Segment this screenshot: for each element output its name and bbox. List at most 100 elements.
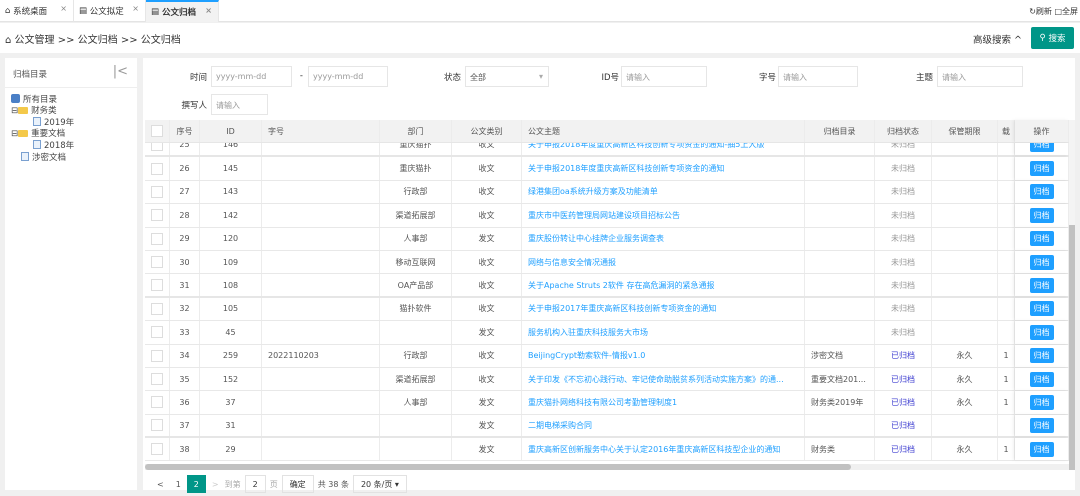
subject-link[interactable]: 重庆高新区创新服务中心关于认定2016年重庆高新区科技型企业的通知	[522, 438, 805, 461]
row-checkbox[interactable]	[151, 185, 163, 198]
close-icon[interactable]: ×	[205, 6, 212, 15]
table-row: 36 37 人事部 发文 重庆猫扑网络科技有限公司考勤管理制度1 财务类2019年 已归档永…	[145, 391, 1069, 415]
breadcrumb: ⌂ 公文管理 >> 公文归档 >> 公文归档	[5, 35, 181, 46]
archive-button[interactable]: 归档	[1029, 348, 1054, 364]
cell-id: 145	[200, 157, 262, 180]
page-2[interactable]: 2	[186, 475, 206, 493]
close-icon[interactable]: ×	[132, 4, 139, 13]
tree-node-finance-2019[interactable]: 2019年	[11, 117, 131, 129]
subject-link[interactable]: 关于申报2018年度重庆高新区科技创新专项资金的通知	[522, 157, 805, 180]
close-icon[interactable]: ×	[60, 4, 67, 13]
advanced-search-toggle[interactable]: 高级搜索 ^	[973, 32, 1022, 46]
cell-directory	[805, 204, 875, 227]
table-row: 27 143 行政部 收文 绿港集团oa系统升级方案及功能清单 未归档 归档	[145, 180, 1069, 205]
cell-carrier	[998, 204, 1015, 227]
id-input[interactable]: 请输入	[621, 66, 707, 87]
archive-directory-panel: 归档目录 |< 所有目录 ⊟ 财务类 2019年 ⊟ 重要文档 2018年 涉密文档	[5, 58, 137, 490]
time-to-input[interactable]: yyyy-mm-dd	[308, 66, 388, 87]
confirm-button[interactable]: 确定	[281, 475, 314, 493]
row-checkbox[interactable]	[151, 232, 163, 245]
subject-link[interactable]: BeijingCrypt勒索软件-情报v1.0	[522, 344, 805, 367]
goto-page-input[interactable]: 2	[244, 475, 266, 493]
status-label: 状态	[443, 73, 461, 83]
header-select[interactable]	[145, 120, 170, 142]
subject-link[interactable]: 网络与信息安全情况通报	[522, 250, 805, 274]
tree-node-finance[interactable]: ⊟ 财务类	[11, 106, 131, 117]
archive-button[interactable]: 归档	[1029, 161, 1054, 177]
row-checkbox[interactable]	[151, 162, 163, 175]
fullscreen-button[interactable]: □全屏	[1054, 7, 1078, 16]
tab-archive[interactable]: ▤ 公文归档 ×	[146, 0, 219, 22]
row-checkbox[interactable]	[151, 349, 163, 362]
archive-button[interactable]: 归档	[1029, 441, 1054, 457]
row-checkbox[interactable]	[151, 209, 163, 222]
author-input[interactable]: 请输入	[211, 94, 268, 115]
subject-link[interactable]: 关于申报2017年重庆高新区科技创新专项资金的通知	[522, 297, 805, 321]
page-1[interactable]: 1	[170, 480, 187, 489]
next-page-button[interactable]: >	[206, 480, 225, 489]
tree-node-root[interactable]: 所有目录	[11, 94, 131, 106]
archive-button[interactable]: 归档	[1029, 324, 1054, 340]
tab-draft[interactable]: ▤ 公文拟定 ×	[74, 0, 146, 22]
refresh-button[interactable]: ↻刷新	[1029, 7, 1052, 16]
tree-node-important[interactable]: ⊟ 重要文档	[11, 129, 131, 140]
cell-zihao	[262, 157, 380, 180]
subject-link[interactable]: 重庆股份转让中心挂牌企业服务调查表	[522, 227, 805, 250]
vertical-scrollbar[interactable]	[1069, 120, 1075, 470]
status-select[interactable]: 全部 ▾	[465, 66, 549, 87]
cell-seq: 34	[170, 344, 200, 367]
archive-button[interactable]: 归档	[1029, 371, 1054, 387]
tab-desktop[interactable]: ⌂ 系统桌面 ×	[0, 0, 74, 22]
row-checkbox[interactable]	[151, 143, 163, 151]
archive-button[interactable]: 归档	[1029, 277, 1054, 293]
prev-page-button[interactable]: <	[151, 480, 170, 489]
subject-link[interactable]: 重庆市中医药管理局网站建设项目招标公告	[522, 204, 805, 227]
document-icon: ▤	[151, 7, 162, 17]
row-checkbox[interactable]	[151, 256, 163, 269]
zihao-input[interactable]: 请输入	[778, 66, 858, 87]
horizontal-scrollbar[interactable]	[145, 464, 1069, 470]
table-row: 31 108 OA产品部 收文 关于Apache Struts 2软件 存在高危漏洞的紧…	[145, 274, 1069, 298]
row-checkbox[interactable]	[151, 373, 163, 386]
page-size-select[interactable]: 20 条/页 ▾	[352, 475, 407, 493]
archive-button[interactable]: 归档	[1029, 301, 1054, 317]
subject-link[interactable]: 服务机构入驻重庆科技服务大市场	[522, 321, 805, 344]
cell-zihao	[262, 250, 380, 274]
subject-link[interactable]: 关于印发《不忘初心践行动、牢记使命助脱贫系列活动实施方案》的通...	[522, 367, 805, 391]
cell-zihao	[262, 391, 380, 414]
cell-dept: 人事部	[380, 391, 452, 414]
archive-button[interactable]: 归档	[1029, 231, 1054, 247]
search-button[interactable]: ⚲ 搜索	[1031, 27, 1074, 49]
tree-node-important-2018[interactable]: 2018年	[11, 140, 131, 152]
cell-seq: 35	[170, 367, 200, 391]
subject-link[interactable]: 重庆猫扑网络科技有限公司考勤管理制度1	[522, 391, 805, 414]
subject-input[interactable]: 请输入	[937, 66, 1023, 87]
cell-category: 收文	[452, 250, 522, 274]
cell-carrier	[998, 157, 1015, 180]
select-all-checkbox[interactable]	[151, 125, 163, 137]
cell-id: 109	[200, 250, 262, 274]
row-checkbox[interactable]	[151, 396, 163, 409]
subject-link[interactable]: 绿港集团oa系统升级方案及功能清单	[522, 180, 805, 204]
archive-button[interactable]: 归档	[1029, 417, 1054, 433]
cell-zihao	[262, 143, 380, 156]
tree-node-classified[interactable]: 涉密文档	[11, 152, 131, 164]
archive-button[interactable]: 归档	[1029, 184, 1054, 200]
archive-button[interactable]: 归档	[1029, 394, 1054, 410]
subject-link[interactable]: 关于申报2018年度重庆高新区科技创新专项资金的通知-抽5上大版	[522, 143, 805, 156]
archive-button[interactable]: 归档	[1029, 143, 1054, 153]
archive-button[interactable]: 归档	[1029, 254, 1054, 270]
archive-button[interactable]: 归档	[1029, 207, 1054, 223]
row-checkbox[interactable]	[151, 443, 163, 456]
cell-select	[145, 414, 170, 437]
row-checkbox[interactable]	[151, 326, 163, 339]
row-checkbox[interactable]	[151, 302, 163, 315]
row-checkbox[interactable]	[151, 279, 163, 292]
header-category: 公文类别	[452, 120, 522, 142]
collapse-icon[interactable]: |<	[113, 64, 128, 79]
cell-id: 31	[200, 414, 262, 437]
subject-link[interactable]: 二期电梯采购合同	[522, 414, 805, 437]
subject-link[interactable]: 关于Apache Struts 2软件 存在高危漏洞的紧急通报	[522, 274, 805, 296]
time-from-input[interactable]: yyyy-mm-dd	[211, 66, 292, 87]
row-checkbox[interactable]	[151, 419, 163, 432]
